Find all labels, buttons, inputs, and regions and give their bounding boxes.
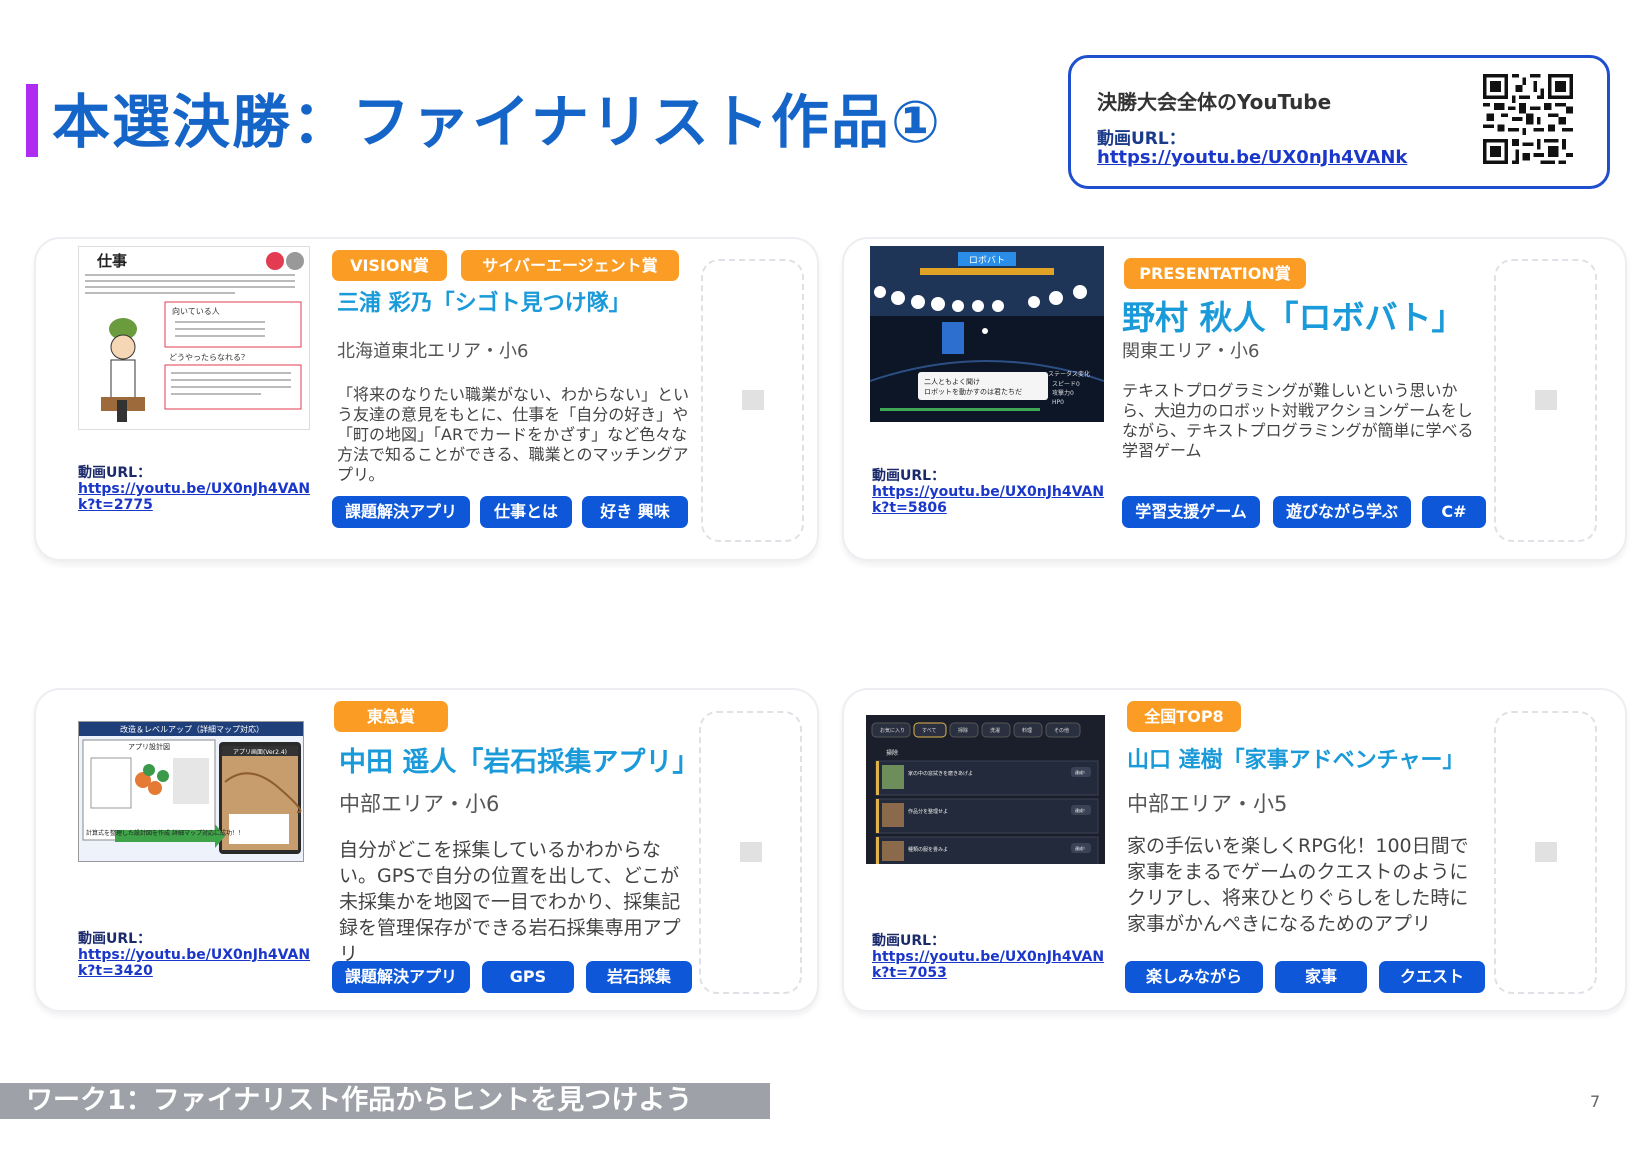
finalist-card-4: お気に入り すべて 掃除 洗濯 料理 その他 掃除 家の中の窓拭きを磨きあげよ … <box>842 688 1627 1012</box>
award-badge: 東急賞 <box>334 701 448 732</box>
video-url-link[interactable]: https://youtu.be/UX0nJh4VANk?t=2775 <box>78 481 318 513</box>
tag-button[interactable]: 課題解決アプリ <box>332 961 470 993</box>
tag-button[interactable]: 家事 <box>1275 961 1367 993</box>
tag-button[interactable]: 楽しみながら <box>1125 961 1263 993</box>
video-url-label: 動画URL： <box>872 933 946 949</box>
thumb-dialog-2: ロボットを動かすのは君たちだ <box>924 387 1022 396</box>
project-description: 「将来のなりたい職業がない、わからない」という友達の意見をもとに、仕事を「自分の… <box>337 385 690 484</box>
youtube-url-link[interactable]: https://youtu.be/UX0nJh4VANk <box>1097 147 1407 168</box>
page-title: 本選決勝：ファイナリスト作品① <box>52 88 942 156</box>
thumb-right-label: アプリ画面(Ver2.4) <box>233 749 287 756</box>
thumb-quest: 種類の服を畳みよ <box>908 846 948 853</box>
tag-button[interactable]: 課題解決アプリ <box>332 496 470 528</box>
finalist-name: 野村 秋人「ロボバト」 <box>1122 298 1465 337</box>
thumb-section: 掃除 <box>886 749 898 757</box>
video-url-link[interactable]: https://youtu.be/UX0nJh4VANk?t=3420 <box>78 947 318 979</box>
thumb-quest-button: 達成！ <box>1075 845 1087 851</box>
finalist-name: 中田 遥人「岩石採集アプリ」 <box>339 747 700 778</box>
finalist-name: 山口 達樹「家事アドベンチャー」 <box>1127 748 1465 773</box>
thumb-quest-button: 達成！ <box>1075 807 1087 813</box>
thumb-quest-button: 達成！ <box>1075 769 1087 775</box>
thumb-subhead-1: 向いている人 <box>172 306 220 316</box>
thumb-tab: 料理 <box>1022 727 1032 734</box>
finalist-card-2: ロボバト 二人ともよく聞け ロボットを動かすのは君たちだ ステータス変化 スピー… <box>842 237 1627 561</box>
youtube-box-title: 決勝大会全体のYouTube <box>1097 90 1332 114</box>
qr-code-icon <box>1483 74 1573 164</box>
project-description: 家の手伝いを楽しくRPG化！100日間で家事をまるでゲームのクエストのようにクリ… <box>1127 835 1469 935</box>
finalist-area: 北海道東北エリア・小6 <box>337 341 529 362</box>
title-accent-bar <box>26 84 38 157</box>
media-placeholder <box>1494 711 1597 994</box>
award-badge: 全国TOP8 <box>1127 701 1241 732</box>
finalist-area: 中部エリア・小5 <box>1127 792 1288 816</box>
finalist-area: 中部エリア・小6 <box>339 792 500 816</box>
project-thumbnail: ロボバト 二人ともよく聞け ロボットを動かすのは君たちだ ステータス変化 スピー… <box>870 246 1104 422</box>
tag-button[interactable]: 仕事とは <box>480 496 572 528</box>
video-url-label: 動画URL： <box>872 468 946 484</box>
thumb-tab: すべて <box>922 728 936 734</box>
thumb-header: 改造＆レベルアップ（詳細マップ対応） <box>120 724 264 734</box>
award-badge: サイバーエージェント賞 <box>461 250 679 281</box>
video-url-label: 動画URL： <box>78 465 152 481</box>
project-thumbnail: 仕事 向いている人 どうやったらなれる？ <box>78 246 310 430</box>
thumb-tab: お気に入り <box>880 727 905 734</box>
media-placeholder <box>1494 259 1597 542</box>
finalist-card-1: 仕事 向いている人 どうやったらなれる？ 動画URL： https://yout… <box>34 237 819 561</box>
media-placeholder <box>699 711 802 994</box>
tag-button[interactable]: 岩石採集 <box>586 961 692 993</box>
page-number: 7 <box>1590 1092 1601 1111</box>
thumb-stat: 攻撃力0 <box>1052 389 1074 397</box>
youtube-url-label: 動画URL： <box>1097 129 1186 149</box>
thumb-left-label: アプリ設計図 <box>128 742 170 751</box>
youtube-info-box: 決勝大会全体のYouTube 動画URL： https://youtu.be/U… <box>1068 55 1610 189</box>
tag-button[interactable]: 遊びながら学ぶ <box>1273 496 1411 528</box>
award-badge: VISION賞 <box>332 250 447 281</box>
thumb-tab: その他 <box>1054 727 1069 734</box>
thumb-tab: 洗濯 <box>990 727 1000 734</box>
image-placeholder-icon <box>1535 390 1557 410</box>
image-placeholder-icon <box>742 390 764 410</box>
video-url-link[interactable]: https://youtu.be/UX0nJh4VANk?t=7053 <box>872 949 1112 981</box>
award-badge: PRESENTATION賞 <box>1124 258 1306 289</box>
footer-work-title: ワーク1：ファイナリスト作品からヒントを見つけよう <box>26 1085 693 1116</box>
project-description: テキストプログラミングが難しいという思いから、大迫力のロボット対戦アクションゲー… <box>1122 381 1474 460</box>
thumb-tab: 掃除 <box>958 727 968 734</box>
thumb-stat: ステータス変化 <box>1048 370 1090 378</box>
finalist-area: 関東エリア・小6 <box>1122 341 1260 362</box>
image-placeholder-icon <box>1535 842 1557 862</box>
project-thumbnail: お気に入り すべて 掃除 洗濯 料理 その他 掃除 家の中の窓拭きを磨きあげよ … <box>866 715 1105 864</box>
thumb-dialog-1: 二人ともよく聞け <box>924 378 980 386</box>
video-url-link[interactable]: https://youtu.be/UX0nJh4VANk?t=5806 <box>872 484 1112 516</box>
thumb-quest: 家の中の窓拭きを磨きあげよ <box>908 770 973 777</box>
project-description: 自分がどこを採集しているかわからない。GPSで自分の位置を出して、どこが未採集か… <box>339 839 681 965</box>
thumb-caption: 計算式を整理した設計図を作成 詳細マップ対応に成功！！ <box>86 829 244 837</box>
tag-button[interactable]: C# <box>1422 496 1486 528</box>
thumb-stat: HP0 <box>1052 399 1064 406</box>
tag-button[interactable]: クエスト <box>1379 961 1485 993</box>
image-placeholder-icon <box>740 842 762 862</box>
video-url-label: 動画URL： <box>78 931 152 947</box>
tag-button[interactable]: GPS <box>482 961 574 993</box>
finalist-name: 三浦 彩乃「シゴト見つけ隊」 <box>337 291 631 316</box>
thumb-stat: スピード0 <box>1052 381 1080 388</box>
thumb-banner: ロボバト <box>969 255 1005 266</box>
media-placeholder <box>701 259 804 542</box>
tag-button[interactable]: 好き 興味 <box>582 496 688 528</box>
tag-button[interactable]: 学習支援ゲーム <box>1122 496 1260 528</box>
thumb-quest: 作品分を整理せよ <box>908 808 948 815</box>
finalist-card-3: 改造＆レベルアップ（詳細マップ対応） アプリ設計図 アプリ画面(Ver2.4) … <box>34 688 819 1012</box>
thumb-subhead-2: どうやったらなれる？ <box>169 353 249 362</box>
project-thumbnail: 改造＆レベルアップ（詳細マップ対応） アプリ設計図 アプリ画面(Ver2.4) … <box>78 721 304 862</box>
thumb-heading: 仕事 <box>96 252 127 270</box>
